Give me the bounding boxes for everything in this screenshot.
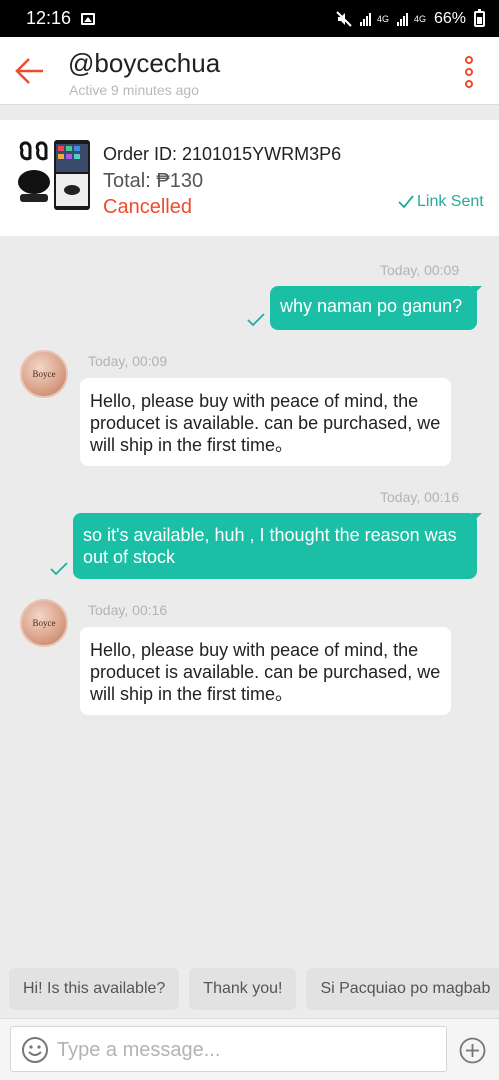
message-composer <box>0 1018 499 1080</box>
battery-percent: 66% <box>433 9 466 27</box>
message-input[interactable] <box>57 1035 437 1065</box>
message-timestamp: Today, 00:16 <box>88 602 168 618</box>
signal-icon <box>359 12 371 26</box>
status-right: 4G 4G 66% <box>336 8 485 28</box>
add-attachment-icon[interactable] <box>459 1037 486 1064</box>
signal-icon <box>396 12 408 26</box>
order-id: Order ID: 2101015YWRM3P6 <box>103 144 342 164</box>
network-label-1: 4G <box>376 13 389 24</box>
more-options-icon[interactable] <box>462 56 476 88</box>
status-bar: 12:16 4G 4G 66% <box>0 0 499 37</box>
delivered-check-icon <box>247 313 265 327</box>
message-text: so it's available, huh , I thought the r… <box>83 525 457 567</box>
message-text: Hello, please buy with peace of mind, th… <box>90 391 441 455</box>
battery-icon <box>474 8 485 27</box>
gallery-notification-icon <box>81 12 96 25</box>
active-status: Active 9 minutes ago <box>69 82 199 98</box>
seller-avatar[interactable]: Boyce <box>20 350 68 398</box>
product-thumbnail <box>16 138 92 214</box>
back-arrow-icon[interactable] <box>14 57 46 85</box>
message-text: why naman po ganun? <box>280 296 463 316</box>
quick-replies-bar: Hi! Is this available? Thank you! Si Pac… <box>0 960 499 1018</box>
chat-header: @boycechua Active 9 minutes ago <box>0 37 499 105</box>
contact-name[interactable]: @boycechua <box>68 48 220 79</box>
message-text: Hello, please buy with peace of mind, th… <box>90 640 441 704</box>
order-status: Cancelled <box>103 196 192 218</box>
bubble-tail <box>472 513 482 523</box>
sent-message-bubble[interactable]: why naman po ganun? <box>270 286 477 330</box>
message-timestamp: Today, 00:09 <box>88 353 168 369</box>
status-time: 12:16 <box>26 8 72 28</box>
avatar-text: Boyce <box>32 618 56 628</box>
mute-icon <box>336 10 352 27</box>
check-icon <box>398 195 414 209</box>
network-label-2: 4G <box>413 13 426 24</box>
message-timestamp: Today, 00:09 <box>380 262 460 278</box>
link-sent-status: Link Sent <box>398 193 484 211</box>
quick-reply-chip[interactable]: Hi! Is this available? <box>9 968 180 1010</box>
emoji-icon[interactable] <box>21 1036 49 1064</box>
seller-avatar[interactable]: Boyce <box>20 599 68 647</box>
message-input-box[interactable] <box>10 1026 447 1072</box>
received-message-bubble[interactable]: Hello, please buy with peace of mind, th… <box>80 378 451 466</box>
received-message-bubble[interactable]: Hello, please buy with peace of mind, th… <box>80 627 451 715</box>
sent-message-bubble[interactable]: so it's available, huh , I thought the r… <box>73 513 477 579</box>
order-card[interactable] <box>0 120 499 236</box>
chat-area[interactable] <box>0 236 499 960</box>
delivered-check-icon <box>50 562 68 576</box>
avatar-text: Boyce <box>32 369 56 379</box>
quick-reply-chip[interactable]: Thank you! <box>189 968 297 1010</box>
bubble-tail <box>472 286 482 296</box>
message-timestamp: Today, 00:16 <box>380 489 460 505</box>
link-sent-label: Link Sent <box>417 193 484 210</box>
order-total: Total: ₱130 <box>103 170 204 192</box>
quick-reply-chip[interactable]: Si Pacquiao po magbab <box>306 968 499 1010</box>
